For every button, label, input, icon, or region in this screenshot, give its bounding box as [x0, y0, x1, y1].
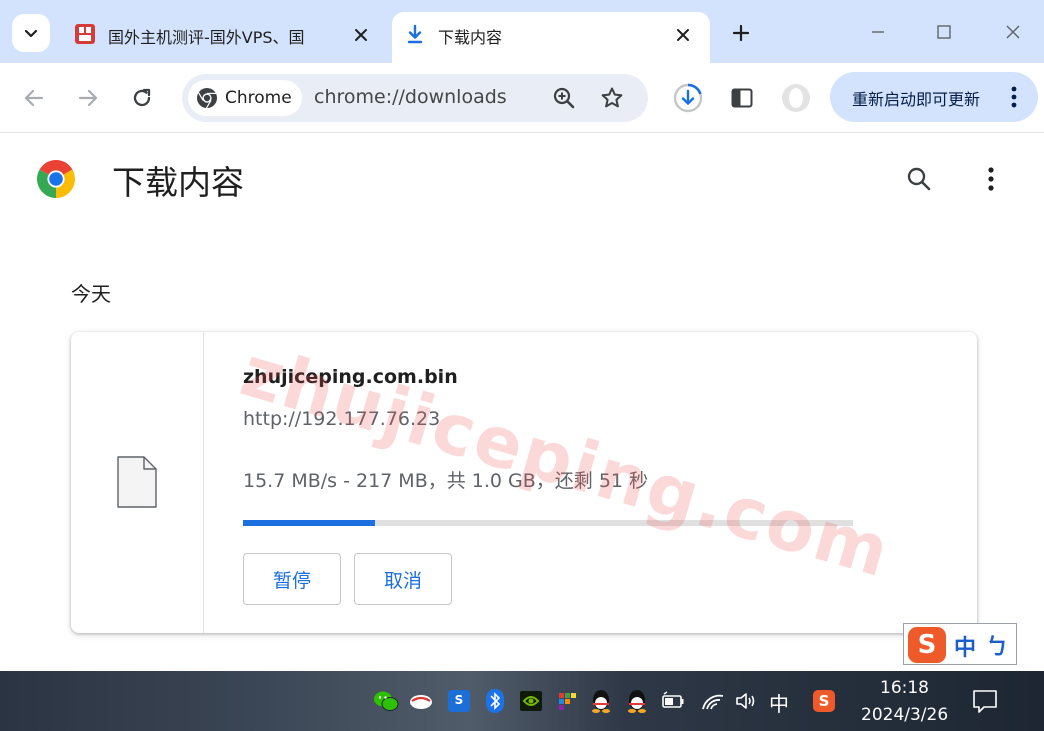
more-vertical-icon: [1011, 86, 1017, 108]
svg-text:S: S: [455, 693, 464, 707]
battery-icon[interactable]: [660, 688, 686, 714]
download-icon: [404, 23, 426, 45]
source-url[interactable]: http://192.177.76.23: [243, 408, 440, 430]
notification-center-button[interactable]: [972, 688, 998, 714]
file-icon-column: [71, 332, 204, 633]
download-progress-bar: [243, 520, 853, 526]
colorful-app-icon[interactable]: [554, 688, 580, 714]
sogou-tray-icon[interactable]: S: [811, 688, 837, 714]
sogou-logo-icon[interactable]: S: [908, 627, 946, 663]
clock-time[interactable]: 16:18: [880, 678, 929, 698]
tab-close-button[interactable]: [350, 24, 372, 46]
download-progress-fill: [243, 520, 376, 526]
qq-icon[interactable]: [624, 688, 650, 714]
close-icon: [1006, 25, 1020, 39]
close-icon: [677, 29, 689, 41]
volume-icon[interactable]: [733, 688, 759, 714]
ime-punctuation-toggle[interactable]: ㄅ: [986, 629, 1008, 661]
forward-button[interactable]: [70, 80, 106, 116]
update-button-label: 重新启动即可更新: [852, 90, 981, 109]
tab-downloads[interactable]: 下载内容: [392, 12, 710, 63]
bookmark-button[interactable]: [598, 84, 626, 112]
tab-search-button[interactable]: [12, 14, 50, 52]
zoom-button[interactable]: [550, 84, 578, 112]
close-icon: [355, 29, 367, 41]
wechat-icon[interactable]: [373, 688, 399, 714]
windows-taskbar: S 中 S 16:18 2024/3/26: [0, 671, 1044, 731]
site-chip-label: Chrome: [225, 88, 292, 108]
page-title: 下载内容: [112, 163, 244, 202]
sogou-app-icon[interactable]: S: [446, 688, 472, 714]
menu-button[interactable]: [1002, 84, 1026, 110]
chrome-logo-icon: [37, 160, 75, 198]
site-favicon-icon: [74, 23, 96, 45]
chevron-down-icon: [24, 29, 38, 38]
tab-title: 下载内容: [438, 28, 503, 47]
star-icon: [601, 87, 623, 108]
chrome-icon: [197, 88, 217, 109]
new-tab-button[interactable]: [726, 18, 756, 48]
side-panel-button[interactable]: [724, 80, 760, 116]
input-mode-indicator[interactable]: 中: [769, 688, 789, 717]
file-name-link[interactable]: zhujiceping.com.bin: [243, 366, 458, 388]
mouse-app-icon[interactable]: [408, 688, 434, 714]
date-section-label: 今天: [71, 282, 111, 306]
file-icon: [117, 456, 157, 508]
arrow-left-icon: [24, 89, 44, 107]
downloads-header: 下载内容: [0, 134, 1044, 226]
tab-close-button[interactable]: [672, 24, 694, 46]
downloads-button[interactable]: [670, 80, 706, 116]
side-panel-icon: [731, 88, 753, 108]
search-icon: [907, 167, 931, 191]
ime-toolbar[interactable]: S 中 ㄅ: [903, 623, 1017, 665]
maximize-icon: [937, 25, 951, 39]
wifi-icon[interactable]: [700, 688, 726, 714]
reload-icon: [133, 88, 151, 107]
maximize-button[interactable]: [926, 16, 962, 48]
plus-icon: [732, 24, 750, 42]
close-window-button[interactable]: [995, 16, 1031, 48]
nvidia-icon[interactable]: [518, 688, 544, 714]
download-progress-icon: [673, 83, 703, 113]
reload-button[interactable]: [124, 80, 160, 116]
search-downloads-button[interactable]: [902, 162, 936, 196]
tab-strip: 国外主机测评-国外VPS、国 下载内容: [0, 0, 1044, 63]
cancel-button[interactable]: 取消: [354, 553, 452, 605]
tab-title: 国外主机测评-国外VPS、国: [108, 28, 305, 47]
zoom-in-icon: [553, 87, 575, 109]
svg-text:S: S: [819, 692, 830, 710]
clock-date[interactable]: 2024/3/26: [861, 705, 948, 725]
url-text[interactable]: chrome://downloads: [314, 86, 507, 108]
tab-zhujiceping[interactable]: 国外主机测评-国外VPS、国: [62, 12, 388, 63]
download-status: 15.7 MB/s - 217 MB，共 1.0 GB，还剩 51 秒: [243, 470, 649, 492]
relaunch-update-button[interactable]: 重新启动即可更新: [830, 72, 1038, 122]
address-bar[interactable]: Chrome chrome://downloads: [182, 74, 648, 122]
downloads-menu-button[interactable]: [974, 162, 1008, 196]
minimize-button[interactable]: [860, 16, 896, 48]
more-vertical-icon: [988, 167, 994, 191]
minimize-icon: [872, 31, 884, 33]
ime-mode-toggle[interactable]: 中: [954, 630, 976, 662]
pause-button[interactable]: 暂停: [243, 553, 341, 605]
bluetooth-icon[interactable]: [482, 688, 508, 714]
browser-toolbar: Chrome chrome://downloads 重新启动即可更新: [0, 63, 1044, 133]
back-button[interactable]: [16, 80, 52, 116]
profile-button[interactable]: [778, 80, 814, 116]
arrow-right-icon: [78, 89, 98, 107]
avatar-icon: [782, 84, 810, 112]
qq-icon[interactable]: [588, 688, 614, 714]
notification-icon: [973, 690, 997, 713]
download-item-card: zhujiceping.com.bin http://192.177.76.23…: [71, 332, 977, 633]
